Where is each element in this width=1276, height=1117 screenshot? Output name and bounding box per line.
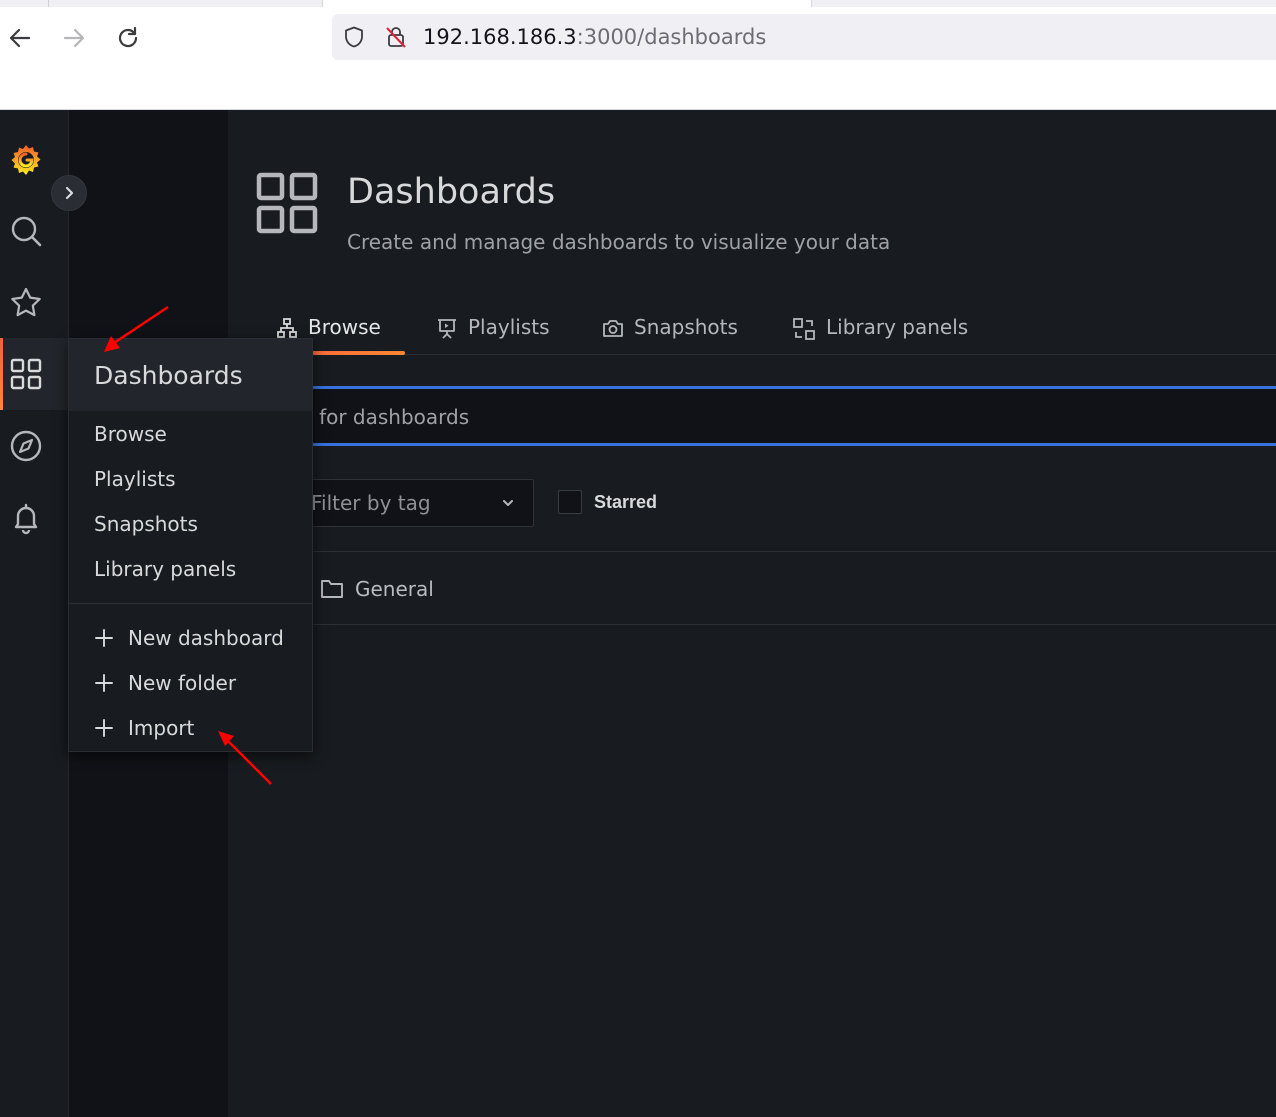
chevron-down-icon [503,500,513,506]
tab-playlists-label: Playlists [468,315,550,339]
popup-header[interactable]: Dashboards [69,339,312,411]
alerting-nav-button[interactable] [0,492,52,544]
url-text: 192.168.186.3:3000/dashboards [423,25,766,49]
tab-snapshots-label: Snapshots [634,315,738,339]
side-menu [0,110,69,1117]
new-dashboard-button[interactable]: New dashboard [94,626,284,650]
reload-icon [118,26,138,48]
search-nav-button[interactable] [0,205,52,257]
search-input[interactable] [228,397,1268,437]
browser-toolbar: 192.168.186.3:3000/dashboards [0,0,1276,110]
plus-icon [95,629,113,647]
popup-item-playlists[interactable]: Playlists [94,467,176,491]
grafana-home-button[interactable] [0,134,52,186]
url-path: :3000/dashboards [576,25,767,49]
grafana-app: Dashboards Create and manage dashboards … [0,110,1276,1117]
insecure-lock-icon[interactable] [384,25,408,49]
shield-icon[interactable] [342,25,366,49]
tab-playlists[interactable]: Playlists [436,315,550,355]
plus-icon [95,719,113,737]
dashboard-search [228,386,1276,446]
new-folder-button[interactable]: New folder [94,671,236,695]
page-tabs: Browse Playlists Snapshots Library panel… [228,305,1276,355]
library-panel-icon [793,318,815,340]
url-host: 192.168.186.3 [423,25,577,49]
popup-item-browse[interactable]: Browse [94,422,167,446]
sitemap-icon [277,318,297,338]
dashboards-nav-button[interactable] [0,338,69,410]
folder-label: General [355,577,434,601]
import-label: Import [128,716,195,740]
import-button[interactable]: Import [94,716,194,740]
dashboards-page-icon [256,172,318,234]
folder-icon [321,580,343,598]
reload-button[interactable] [112,22,144,54]
back-button[interactable] [4,22,36,54]
compass-icon [10,430,42,462]
expand-menu-button[interactable] [51,175,87,211]
explore-nav-button[interactable] [0,420,52,472]
popup-divider [69,603,312,604]
forward-button[interactable] [58,22,90,54]
starred-nav-button[interactable] [0,277,52,329]
tag-filter-placeholder: Filter by tag [311,491,431,515]
tab-snapshots[interactable]: Snapshots [602,315,738,355]
page-title: Dashboards [347,172,556,212]
chevron-right-icon [65,186,74,200]
popup-item-library-panels[interactable]: Library panels [94,557,236,581]
plus-icon [95,674,113,692]
folder-row[interactable]: General [228,551,1276,625]
camera-icon [603,320,623,337]
presentation-icon [438,319,456,339]
apps-icon [10,358,42,390]
starred-label[interactable]: Starred [594,492,657,513]
tab-separator [48,0,49,7]
tab-browse-label: Browse [308,315,381,339]
star-icon [11,287,41,317]
starred-checkbox[interactable] [558,490,582,514]
browser-tab-strip [0,0,1276,7]
bell-icon [14,503,38,535]
arrow-left-icon [9,28,31,48]
popup-title: Dashboards [94,361,243,390]
address-bar[interactable]: 192.168.186.3:3000/dashboards [332,14,1276,60]
popup-item-snapshots[interactable]: Snapshots [94,512,198,536]
tab-library-panels[interactable]: Library panels [792,315,968,355]
search-icon [11,216,42,247]
new-folder-label: New folder [128,671,237,695]
arrow-right-icon [63,28,85,48]
grafana-logo-icon [11,145,41,175]
new-dashboard-label: New dashboard [128,626,284,650]
dashboards-popup-menu: Dashboards Browse Playlists Snapshots Li… [68,338,313,752]
tab-library-panels-label: Library panels [826,315,969,339]
page-subtitle: Create and manage dashboards to visualiz… [347,230,891,254]
browser-active-tab[interactable] [322,0,812,7]
